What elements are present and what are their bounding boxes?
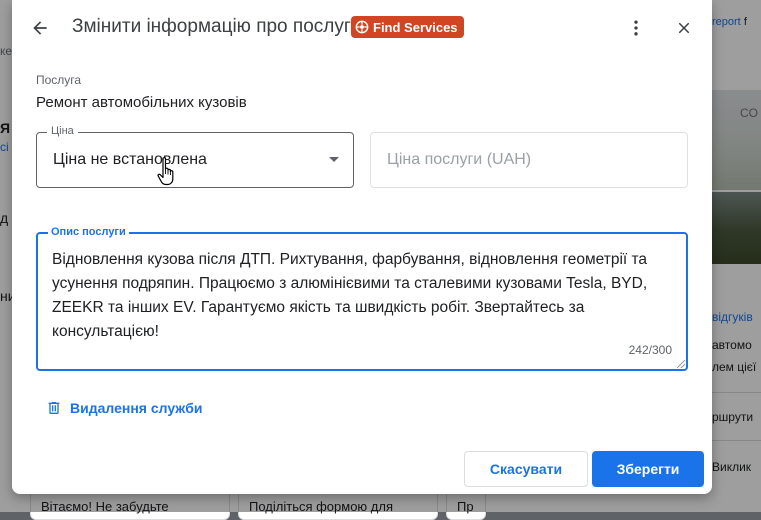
- edit-service-dialog: Змінити інформацію про послугу Find Serv…: [12, 0, 712, 494]
- price-type-select[interactable]: Ціна Ціна не встановлена: [36, 125, 354, 188]
- description-field[interactable]: Опис послуги Відновлення кузова після ДТ…: [36, 226, 688, 371]
- dialog-title: Змінити інформацію про послугу: [72, 16, 361, 37]
- service-name: Ремонт автомобільних кузовів: [36, 94, 247, 111]
- price-input[interactable]: [370, 132, 688, 188]
- price-type-value: Ціна не встановлена: [53, 151, 207, 168]
- save-button[interactable]: Зберегти: [592, 451, 704, 487]
- back-arrow-icon: [33, 21, 47, 35]
- find-services-badge[interactable]: Find Services: [351, 16, 464, 38]
- back-button[interactable]: [24, 12, 56, 44]
- resize-handle[interactable]: [677, 360, 685, 368]
- delete-service-label: Видалення служби: [70, 400, 203, 416]
- more-vert-icon: [634, 20, 638, 36]
- price-type-legend: Ціна: [47, 125, 78, 137]
- delete-service-button[interactable]: Видалення служби: [46, 400, 203, 416]
- character-counter: 242/300: [628, 343, 672, 357]
- find-services-icon: [355, 20, 369, 34]
- description-text[interactable]: Відновлення кузова після ДТП. Рихтування…: [52, 248, 674, 344]
- chevron-down-icon: [329, 157, 339, 162]
- service-label: Послуга: [36, 73, 82, 87]
- trash-icon: [48, 402, 60, 414]
- description-legend: Опис послуги: [48, 226, 129, 238]
- more-options-button[interactable]: [620, 12, 652, 44]
- close-icon: [678, 22, 690, 34]
- close-button[interactable]: [668, 12, 700, 44]
- cancel-button[interactable]: Скасувати: [464, 451, 588, 487]
- badge-label: Find Services: [373, 19, 458, 35]
